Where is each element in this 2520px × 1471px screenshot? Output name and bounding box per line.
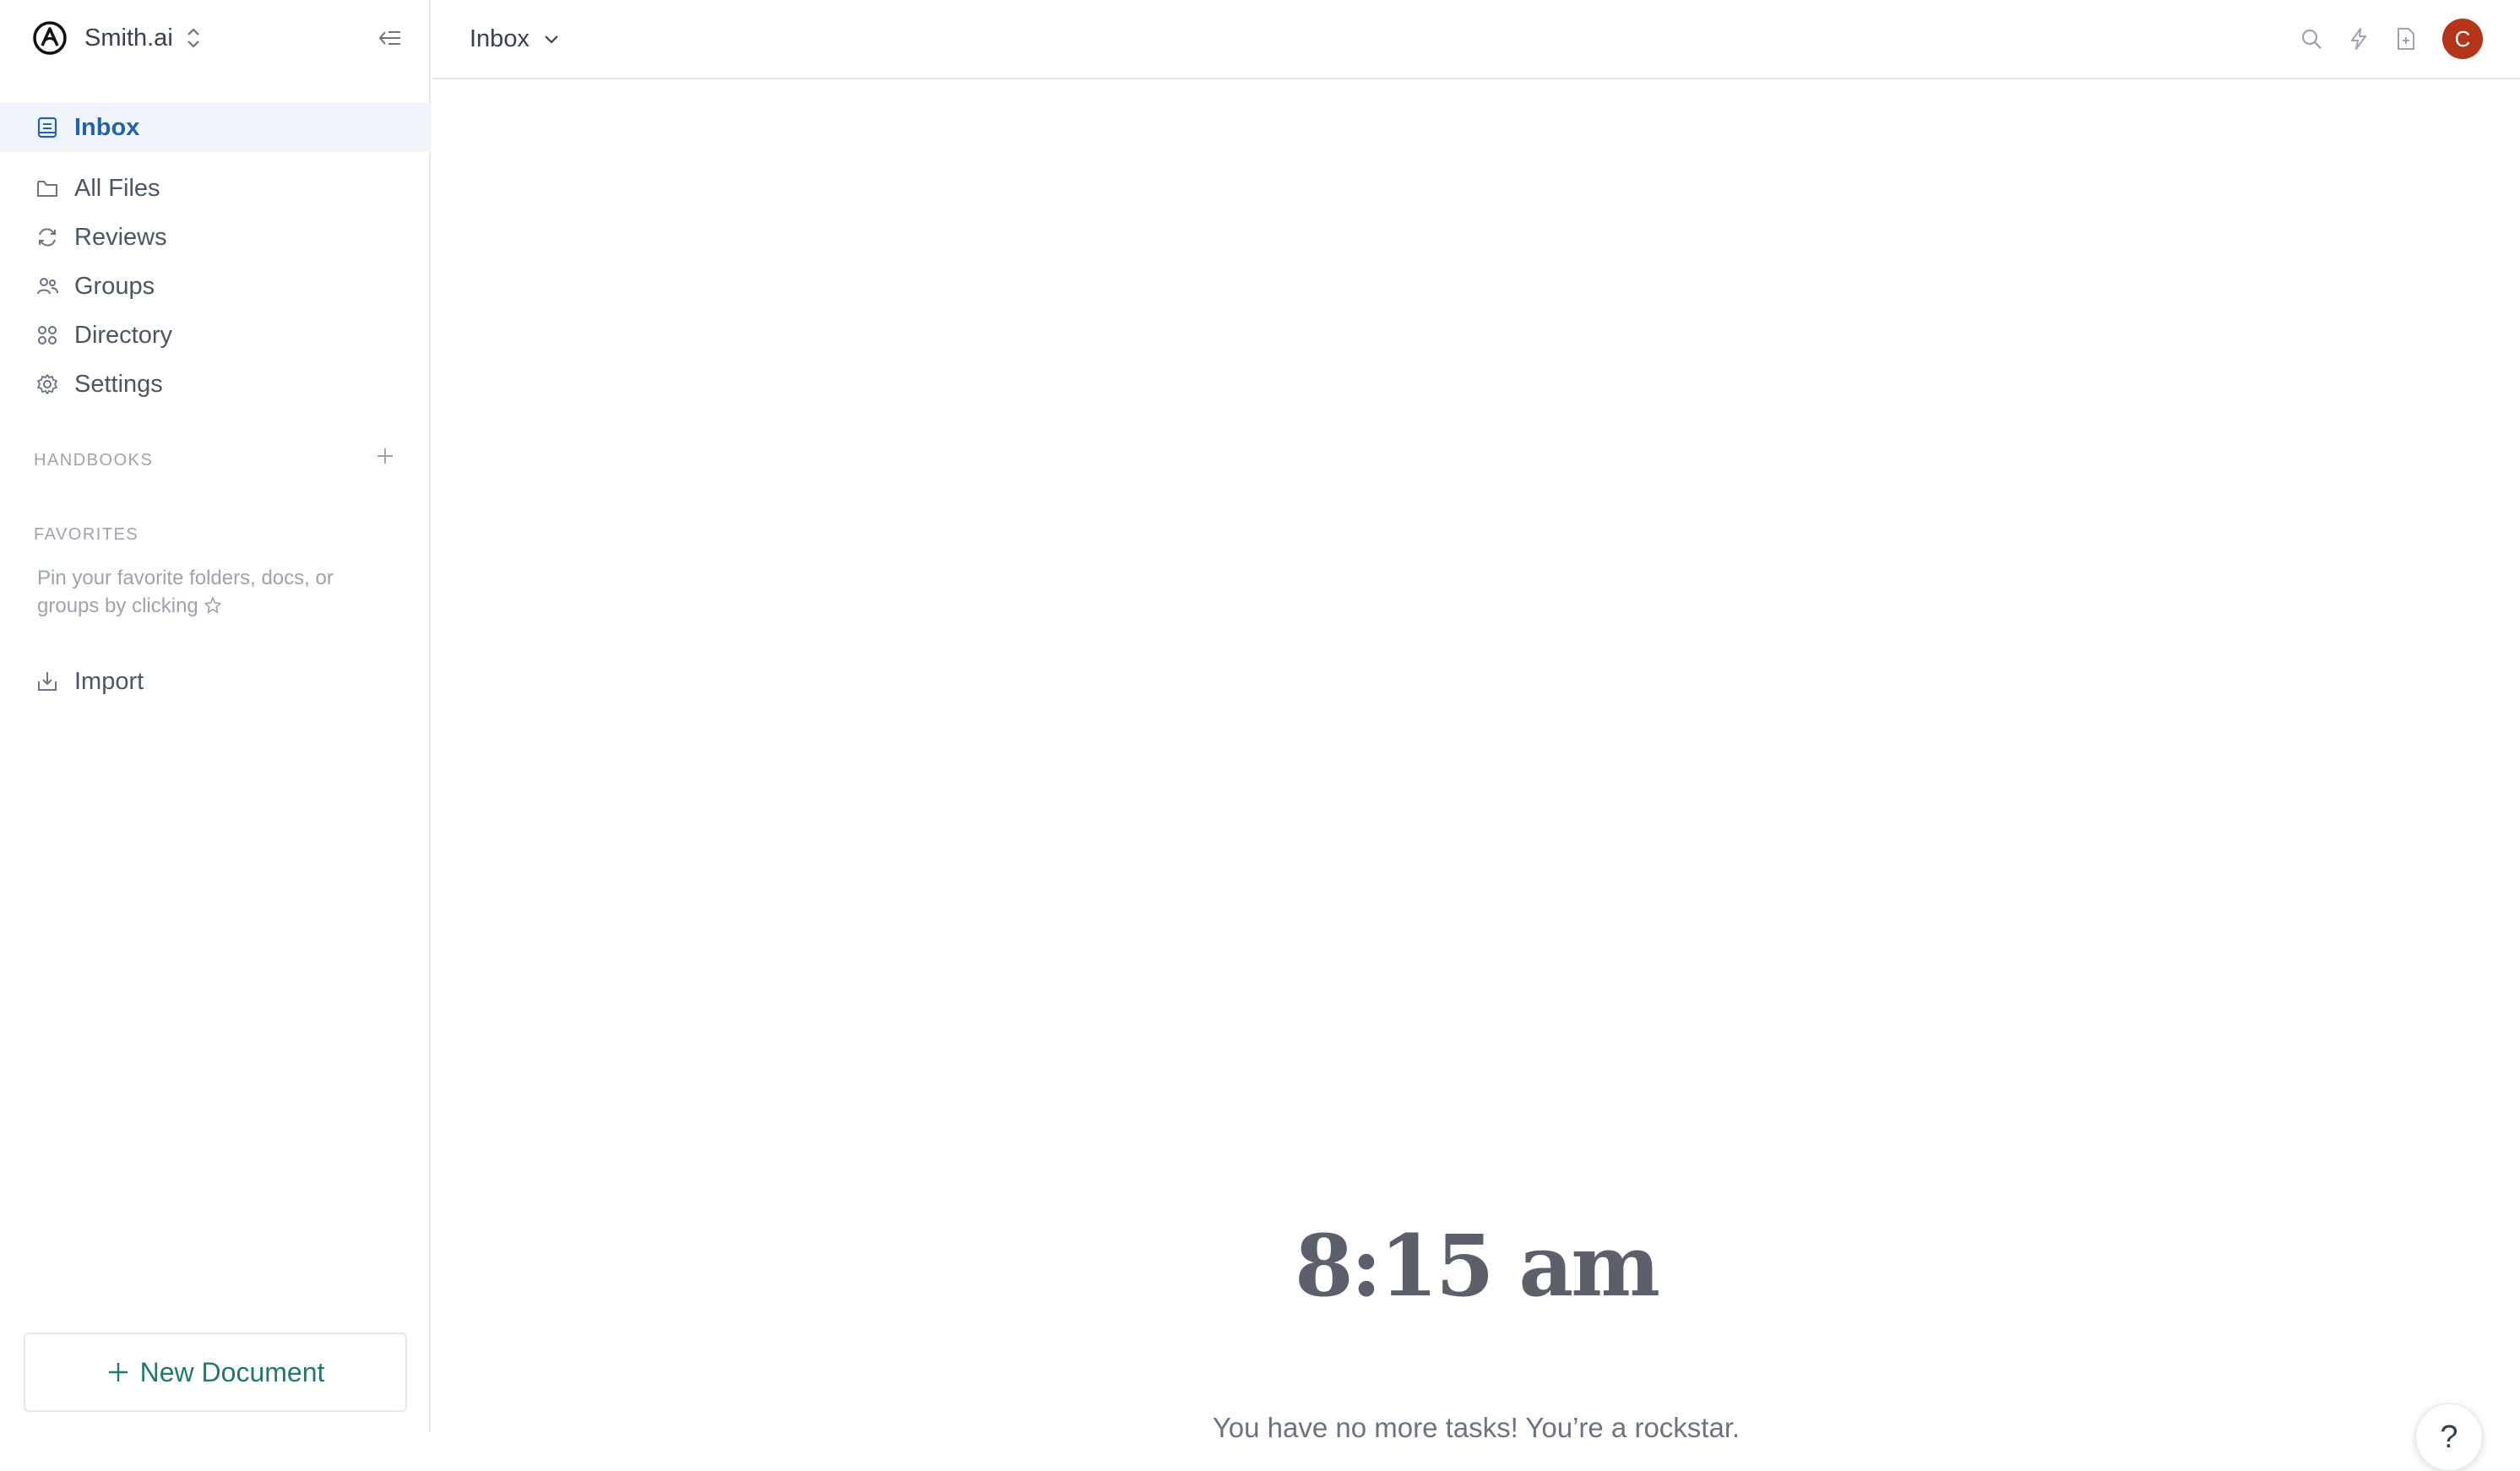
sidebar-item-label: Groups <box>74 272 155 300</box>
search-icon[interactable] <box>2299 26 2324 52</box>
sidebar-nav: Inbox All Files Reviews Groups Directory… <box>0 103 431 409</box>
top-actions: C <box>2277 17 2483 61</box>
help-button[interactable]: ? <box>2415 1403 2483 1471</box>
sidebar-item-label: Directory <box>74 321 173 349</box>
refresh-icon <box>39 228 56 247</box>
collapse-sidebar-icon[interactable] <box>377 25 404 51</box>
sidebar: Smith.ai Inbox All Files Reviews Groups … <box>0 0 431 1432</box>
sidebar-item-label: Reviews <box>74 223 167 251</box>
gear-icon <box>37 374 57 394</box>
view-switcher[interactable]: Inbox <box>470 20 562 57</box>
sidebar-item-label: All Files <box>74 174 160 202</box>
plus-icon <box>108 1363 128 1381</box>
lightning-icon[interactable] <box>2346 26 2371 52</box>
workspace-name: Smith.ai <box>84 24 173 52</box>
avatar[interactable]: C <box>2442 19 2483 59</box>
inbox-icon <box>37 117 57 138</box>
sidebar-item-label: Settings <box>74 370 163 398</box>
chevron-down-icon <box>545 35 558 44</box>
favorites-hint-text: Pin your favorite folders, docs, or grou… <box>37 567 334 617</box>
workspace-switcher[interactable]: Smith.ai <box>32 20 404 56</box>
empty-inbox-message: You have no more tasks! You’re a rocksta… <box>1212 1412 1741 1443</box>
chevron-up-down-icon <box>187 28 199 48</box>
main-content: 8:15 am You have no more tasks! You’re a… <box>432 81 2520 1471</box>
sidebar-item-label: Inbox <box>74 113 140 141</box>
sidebar-item-inbox[interactable]: Inbox <box>0 103 431 152</box>
sidebar-item-directory[interactable]: Directory <box>0 311 431 360</box>
page-title: Inbox <box>470 24 530 52</box>
new-file-icon[interactable] <box>2393 26 2419 52</box>
app-window: Smith.ai Inbox All Files Reviews Groups … <box>0 0 2520 1471</box>
folder-icon <box>37 181 57 197</box>
sidebar-item-settings[interactable]: Settings <box>0 360 431 409</box>
handbooks-section-label: HANDBOOKS <box>34 451 154 470</box>
sidebar-item-reviews[interactable]: Reviews <box>0 213 431 262</box>
sidebar-item-import[interactable]: Import <box>0 657 431 706</box>
new-document-button[interactable]: New Document <box>24 1333 407 1412</box>
add-handbook-icon[interactable] <box>375 446 395 466</box>
users-icon <box>37 278 58 295</box>
sidebar-item-groups[interactable]: Groups <box>0 262 431 311</box>
top-bar: Inbox C <box>432 0 2520 79</box>
new-document-label: New Document <box>139 1356 325 1387</box>
workspace-logo-icon <box>33 21 67 55</box>
sidebar-item-label: Import <box>74 667 144 695</box>
star-icon <box>204 597 222 613</box>
directory-icon <box>38 326 57 345</box>
current-time: 8:15 am <box>1294 1216 1660 1316</box>
favorites-section-label: FAVORITES <box>34 525 139 544</box>
import-icon <box>38 672 57 691</box>
favorites-hint: Pin your favorite folders, docs, or grou… <box>37 564 375 620</box>
sidebar-item-all-files[interactable]: All Files <box>0 164 431 213</box>
